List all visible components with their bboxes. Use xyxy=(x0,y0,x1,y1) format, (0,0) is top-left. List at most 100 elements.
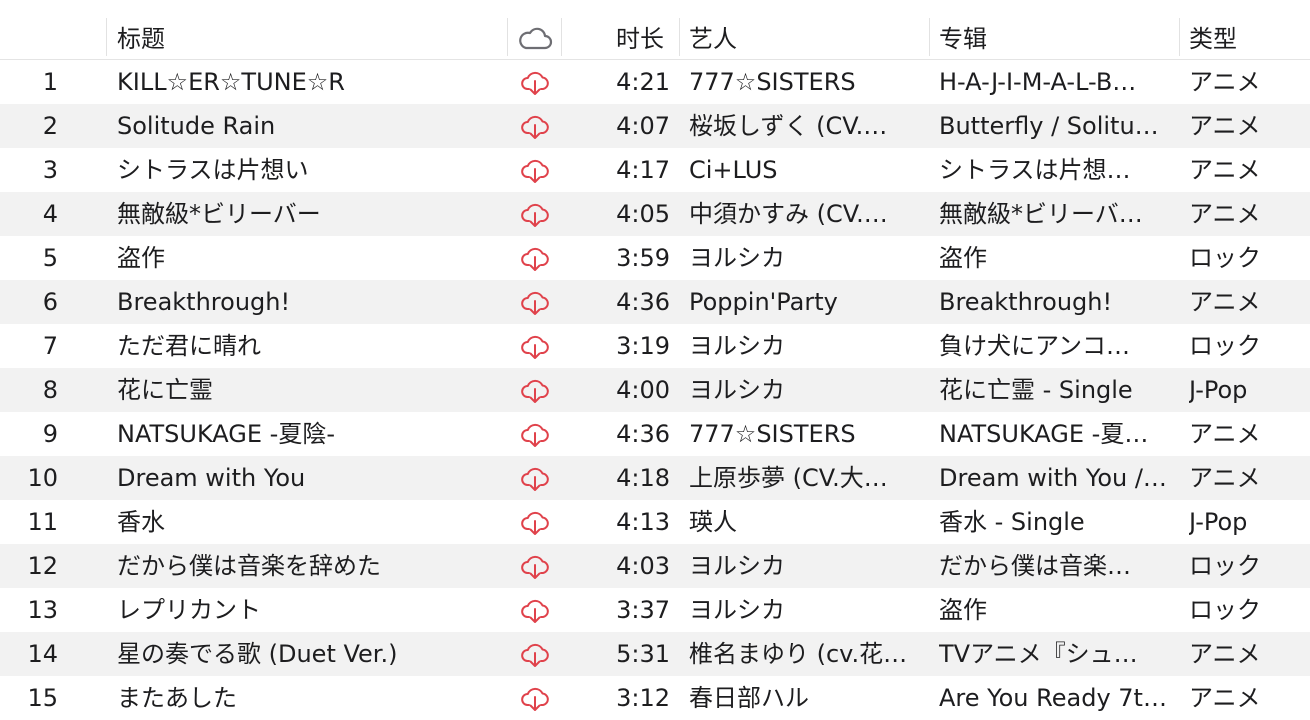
song-artist: ヨルシカ xyxy=(689,552,785,580)
table-row[interactable]: 6 Breakthrough! 4:36 Poppin'Party Breakthrou… xyxy=(0,280,1310,324)
track-number: 12 xyxy=(27,552,58,580)
cloud-download-icon xyxy=(521,335,549,359)
song-album: だから僕は音楽… xyxy=(939,552,1131,580)
column-header-genre[interactable]: 类型 xyxy=(1189,0,1237,59)
download-button[interactable] xyxy=(517,324,553,368)
song-album: 花に亡霊 - Single xyxy=(939,376,1133,404)
song-genre: アニメ xyxy=(1189,68,1261,96)
table-row[interactable]: 10 Dream with You 4:18 上原歩夢 (CV.大… Dream wit… xyxy=(0,456,1310,500)
download-button[interactable] xyxy=(517,104,553,148)
song-genre: アニメ xyxy=(1189,420,1261,448)
download-button[interactable] xyxy=(517,60,553,104)
song-title: Dream with You xyxy=(117,464,306,492)
track-number: 4 xyxy=(42,200,58,228)
column-divider[interactable] xyxy=(929,18,930,56)
song-album: 香水 - Single xyxy=(939,508,1085,536)
song-album: 盗作 xyxy=(939,244,987,272)
song-duration: 4:36 xyxy=(616,288,670,316)
song-album: 負け犬にアンコ… xyxy=(939,332,1131,360)
song-album: Are You Ready 7t… xyxy=(939,684,1167,712)
table-row[interactable]: 13 レプリカント 3:37 ヨルシカ 盗作 ロック xyxy=(0,588,1310,632)
column-header-album[interactable]: 专辑 xyxy=(939,0,987,59)
cloud-download-icon xyxy=(521,423,549,447)
song-artist: 777☆SISTERS xyxy=(689,420,856,448)
cloud-download-icon xyxy=(521,71,549,95)
download-button[interactable] xyxy=(517,588,553,632)
cloud-download-icon xyxy=(521,687,549,711)
table-body: 1 KILL☆ER☆TUNE☆R 4:21 777☆SISTERS H-A-J-I-M-… xyxy=(0,60,1310,720)
download-button[interactable] xyxy=(517,148,553,192)
column-header-artist[interactable]: 艺人 xyxy=(689,0,737,59)
song-duration: 4:00 xyxy=(616,376,670,404)
download-button[interactable] xyxy=(517,236,553,280)
table-row[interactable]: 14 星の奏でる歌 (Duet Ver.) 5:31 椎名まゆり (cv.花… TVアニ… xyxy=(0,632,1310,676)
song-duration: 4:13 xyxy=(616,508,670,536)
table-row[interactable]: 2 Solitude Rain 4:07 桜坂しずく (CV.… Butterfly /… xyxy=(0,104,1310,148)
song-title: 星の奏でる歌 (Duet Ver.) xyxy=(117,640,398,668)
cloud-download-icon xyxy=(521,643,549,667)
download-button[interactable] xyxy=(517,632,553,676)
song-album: Dream with You /… xyxy=(939,464,1167,492)
song-title: だから僕は音楽を辞めた xyxy=(117,552,381,580)
song-genre: アニメ xyxy=(1189,464,1261,492)
table-row[interactable]: 15 またあした 3:12 春日部ハル Are You Ready 7t… アニメ xyxy=(0,676,1310,720)
song-artist: 椎名まゆり (cv.花… xyxy=(689,640,908,668)
track-number: 7 xyxy=(42,332,58,360)
song-list-table: 标题 时长 艺人 专辑 类型 1 KILL☆ER☆TUNE☆R 4:21 777☆SI… xyxy=(0,0,1310,720)
song-genre: アニメ xyxy=(1189,156,1261,184)
table-row[interactable]: 11 香水 4:13 瑛人 香水 - Single J-Pop xyxy=(0,500,1310,544)
song-duration: 3:19 xyxy=(616,332,670,360)
song-artist: ヨルシカ xyxy=(689,376,785,404)
cloud-download-icon xyxy=(521,159,549,183)
song-artist: 上原歩夢 (CV.大… xyxy=(689,464,888,492)
column-divider[interactable] xyxy=(507,18,508,56)
column-header-duration[interactable]: 时长 xyxy=(616,0,664,59)
table-row[interactable]: 3 シトラスは片想い 4:17 Ci+LUS シトラスは片想… アニメ xyxy=(0,148,1310,192)
table-row[interactable]: 7 ただ君に晴れ 3:19 ヨルシカ 負け犬にアンコ… ロック xyxy=(0,324,1310,368)
column-divider[interactable] xyxy=(679,18,680,56)
column-header-cloud[interactable] xyxy=(517,0,553,59)
track-number: 6 xyxy=(42,288,58,316)
song-artist: Poppin'Party xyxy=(689,288,838,316)
song-artist: 瑛人 xyxy=(689,508,737,536)
song-title: 盗作 xyxy=(117,244,165,272)
song-title: シトラスは片想い xyxy=(117,156,309,184)
song-title: またあした xyxy=(117,684,237,712)
track-number: 2 xyxy=(42,112,58,140)
table-row[interactable]: 1 KILL☆ER☆TUNE☆R 4:21 777☆SISTERS H-A-J-I-M-… xyxy=(0,60,1310,104)
table-row[interactable]: 4 無敵級*ビリーバー 4:05 中須かすみ (CV.… 無敵級*ビリーバ… アニメ xyxy=(0,192,1310,236)
download-button[interactable] xyxy=(517,456,553,500)
download-button[interactable] xyxy=(517,280,553,324)
song-title: Breakthrough! xyxy=(117,288,291,316)
song-album: TVアニメ『シュ… xyxy=(939,640,1138,668)
song-album: H-A-J-I-M-A-L-B… xyxy=(939,68,1137,96)
track-number: 10 xyxy=(27,464,58,492)
download-button[interactable] xyxy=(517,368,553,412)
song-duration: 4:21 xyxy=(616,68,670,96)
table-row[interactable]: 8 花に亡霊 4:00 ヨルシカ 花に亡霊 - Single J-Pop xyxy=(0,368,1310,412)
song-title: NATSUKAGE -夏陰- xyxy=(117,420,335,448)
cloud-download-icon xyxy=(521,599,549,623)
track-number: 14 xyxy=(27,640,58,668)
song-genre: アニメ xyxy=(1189,200,1261,228)
column-header-title[interactable]: 标题 xyxy=(117,0,165,59)
download-button[interactable] xyxy=(517,500,553,544)
download-button[interactable] xyxy=(517,544,553,588)
column-divider[interactable] xyxy=(106,18,107,56)
column-divider[interactable] xyxy=(1179,18,1180,56)
table-row[interactable]: 9 NATSUKAGE -夏陰- 4:36 777☆SISTERS NATSUKAGE … xyxy=(0,412,1310,456)
song-duration: 5:31 xyxy=(616,640,670,668)
table-row[interactable]: 12 だから僕は音楽を辞めた 4:03 ヨルシカ だから僕は音楽… ロック xyxy=(0,544,1310,588)
track-number: 15 xyxy=(27,684,58,712)
track-number: 13 xyxy=(27,596,58,624)
song-duration: 4:05 xyxy=(616,200,670,228)
column-divider[interactable] xyxy=(561,18,562,56)
song-artist: ヨルシカ xyxy=(689,596,785,624)
song-artist: 777☆SISTERS xyxy=(689,68,856,96)
song-album: 盗作 xyxy=(939,596,987,624)
download-button[interactable] xyxy=(517,676,553,720)
song-genre: アニメ xyxy=(1189,640,1261,668)
download-button[interactable] xyxy=(517,412,553,456)
download-button[interactable] xyxy=(517,192,553,236)
table-row[interactable]: 5 盗作 3:59 ヨルシカ 盗作 ロック xyxy=(0,236,1310,280)
